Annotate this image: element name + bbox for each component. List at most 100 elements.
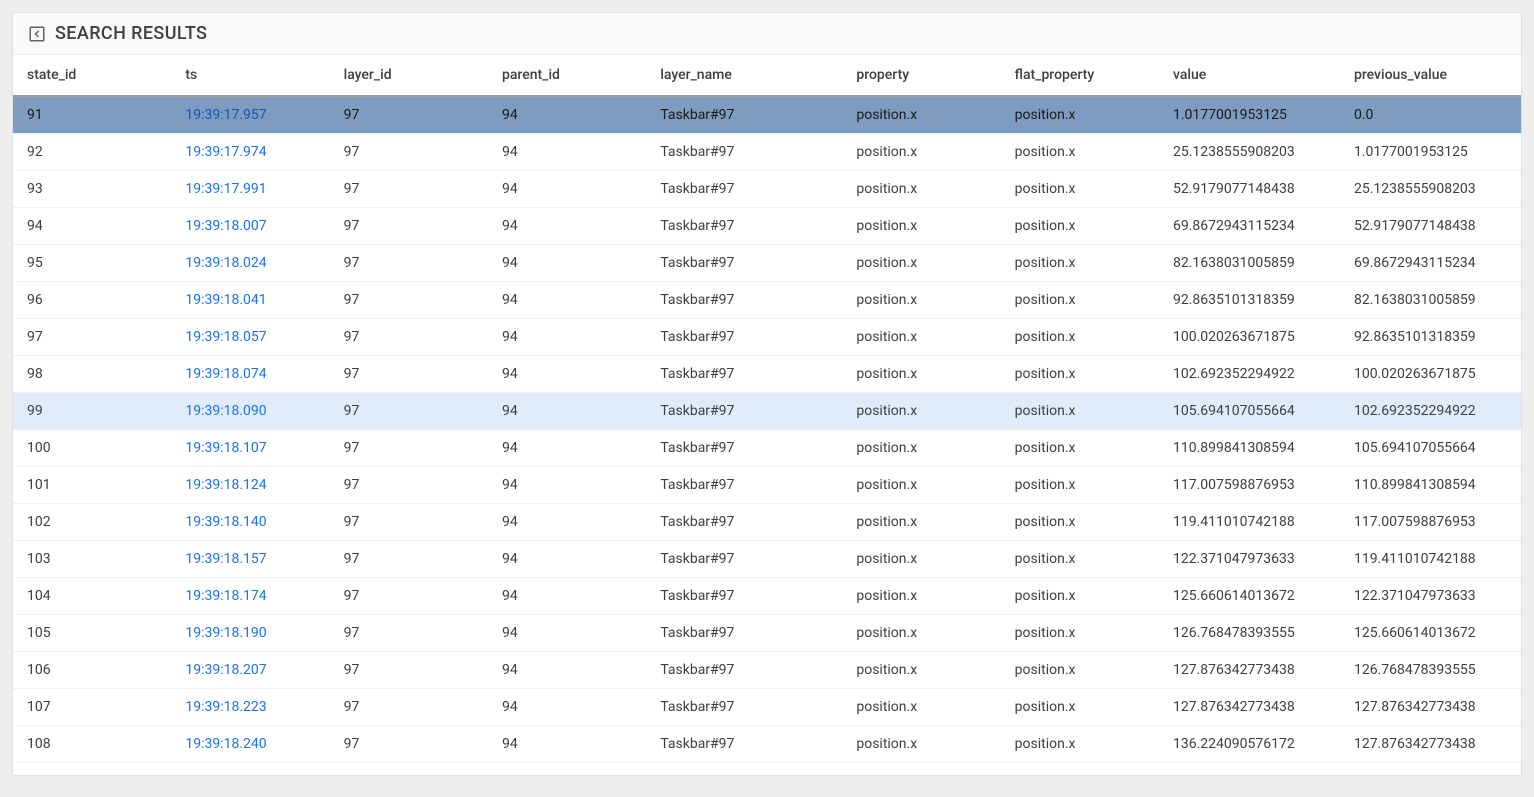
column-header-state_id[interactable]: state_id (13, 55, 171, 96)
cell-ts[interactable]: 19:39:18.157 (171, 541, 329, 578)
cell-previous_value: 69.8672943115234 (1340, 245, 1521, 282)
column-header-property[interactable]: property (842, 55, 1000, 96)
timestamp-link[interactable]: 19:39:18.074 (185, 366, 266, 382)
cell-parent_id: 94 (488, 245, 646, 282)
column-header-flat_property[interactable]: flat_property (1001, 55, 1159, 96)
cell-ts[interactable]: 19:39:18.024 (171, 245, 329, 282)
timestamp-link[interactable]: 19:39:18.024 (185, 255, 266, 271)
panel-collapse-icon[interactable] (27, 24, 47, 44)
cell-property: position.x (842, 689, 1000, 726)
cell-layer_name: Taskbar#97 (646, 467, 842, 504)
timestamp-link[interactable]: 19:39:18.124 (185, 477, 266, 493)
table-row[interactable]: 9919:39:18.0909794Taskbar#97position.xpo… (13, 393, 1521, 430)
table-row[interactable]: 10719:39:18.2239794Taskbar#97position.xp… (13, 689, 1521, 726)
cell-property: position.x (842, 467, 1000, 504)
timestamp-link[interactable]: 19:39:18.041 (185, 292, 266, 308)
cell-previous_value: 0.0 (1340, 96, 1521, 134)
timestamp-link[interactable]: 19:39:18.090 (185, 403, 266, 419)
timestamp-link[interactable]: 19:39:18.007 (185, 218, 266, 234)
cell-ts[interactable]: 19:39:17.974 (171, 134, 329, 171)
table-row[interactable]: 9719:39:18.0579794Taskbar#97position.xpo… (13, 319, 1521, 356)
timestamp-link[interactable]: 19:39:18.190 (185, 625, 266, 641)
cell-previous_value: 100.020263671875 (1340, 356, 1521, 393)
cell-ts[interactable]: 19:39:17.991 (171, 171, 329, 208)
cell-ts[interactable]: 19:39:18.057 (171, 319, 329, 356)
cell-ts[interactable]: 19:39:18.223 (171, 689, 329, 726)
timestamp-link[interactable]: 19:39:18.174 (185, 588, 266, 604)
cell-parent_id: 94 (488, 171, 646, 208)
cell-layer_name: Taskbar#97 (646, 134, 842, 171)
cell-ts[interactable]: 19:39:18.074 (171, 356, 329, 393)
cell-layer_name: Taskbar#97 (646, 578, 842, 615)
table-row[interactable]: 9219:39:17.9749794Taskbar#97position.xpo… (13, 134, 1521, 171)
cell-property: position.x (842, 134, 1000, 171)
cell-ts[interactable]: 19:39:18.007 (171, 208, 329, 245)
cell-flat_property: position.x (1001, 467, 1159, 504)
cell-ts[interactable]: 19:39:18.140 (171, 504, 329, 541)
table-row[interactable]: 10519:39:18.1909794Taskbar#97position.xp… (13, 615, 1521, 652)
cell-state_id: 98 (13, 356, 171, 393)
cell-state_id: 93 (13, 171, 171, 208)
column-header-layer_id[interactable]: layer_id (330, 55, 488, 96)
cell-layer_name: Taskbar#97 (646, 504, 842, 541)
timestamp-link[interactable]: 19:39:17.974 (185, 144, 266, 160)
cell-flat_property: position.x (1001, 282, 1159, 319)
cell-ts[interactable]: 19:39:18.090 (171, 393, 329, 430)
timestamp-link[interactable]: 19:39:18.140 (185, 514, 266, 530)
cell-flat_property: position.x (1001, 578, 1159, 615)
cell-ts[interactable]: 19:39:18.174 (171, 578, 329, 615)
cell-property: position.x (842, 726, 1000, 763)
table-row[interactable]: 9119:39:17.9579794Taskbar#97position.xpo… (13, 96, 1521, 134)
cell-property: position.x (842, 171, 1000, 208)
timestamp-link[interactable]: 19:39:17.957 (185, 107, 266, 123)
column-header-ts[interactable]: ts (171, 55, 329, 96)
table-row[interactable]: 10419:39:18.1749794Taskbar#97position.xp… (13, 578, 1521, 615)
cell-flat_property: position.x (1001, 504, 1159, 541)
table-row[interactable]: 9819:39:18.0749794Taskbar#97position.xpo… (13, 356, 1521, 393)
timestamp-link[interactable]: 19:39:18.207 (185, 662, 266, 678)
column-header-parent_id[interactable]: parent_id (488, 55, 646, 96)
column-header-value[interactable]: value (1159, 55, 1340, 96)
cell-previous_value: 1.0177001953125 (1340, 134, 1521, 171)
cell-ts[interactable]: 19:39:18.207 (171, 652, 329, 689)
cell-flat_property: position.x (1001, 171, 1159, 208)
table-row[interactable]: 10319:39:18.1579794Taskbar#97position.xp… (13, 541, 1521, 578)
timestamp-link[interactable]: 19:39:18.240 (185, 736, 266, 752)
cell-value: 119.411010742188 (1159, 504, 1340, 541)
table-row[interactable]: 10619:39:18.2079794Taskbar#97position.xp… (13, 652, 1521, 689)
cell-ts[interactable]: 19:39:18.240 (171, 726, 329, 763)
cell-ts[interactable]: 19:39:18.124 (171, 467, 329, 504)
table-row[interactable]: 10219:39:18.1409794Taskbar#97position.xp… (13, 504, 1521, 541)
table-row[interactable]: 9319:39:17.9919794Taskbar#97position.xpo… (13, 171, 1521, 208)
cell-layer_id: 97 (330, 652, 488, 689)
panel-header: SEARCH RESULTS (13, 13, 1521, 55)
column-header-layer_name[interactable]: layer_name (646, 55, 842, 96)
table-row[interactable]: 9619:39:18.0419794Taskbar#97position.xpo… (13, 282, 1521, 319)
timestamp-link[interactable]: 19:39:18.157 (185, 551, 266, 567)
timestamp-link[interactable]: 19:39:18.057 (185, 329, 266, 345)
cell-ts[interactable]: 19:39:18.190 (171, 615, 329, 652)
table-row[interactable]: 10819:39:18.2409794Taskbar#97position.xp… (13, 726, 1521, 763)
cell-state_id: 96 (13, 282, 171, 319)
cell-layer_id: 97 (330, 615, 488, 652)
cell-parent_id: 94 (488, 430, 646, 467)
cell-state_id: 106 (13, 652, 171, 689)
cell-value: 100.020263671875 (1159, 319, 1340, 356)
cell-layer_name: Taskbar#97 (646, 615, 842, 652)
timestamp-link[interactable]: 19:39:17.991 (185, 181, 266, 197)
cell-parent_id: 94 (488, 319, 646, 356)
table-row[interactable]: 10019:39:18.1079794Taskbar#97position.xp… (13, 430, 1521, 467)
cell-parent_id: 94 (488, 208, 646, 245)
cell-ts[interactable]: 19:39:18.041 (171, 282, 329, 319)
table-row[interactable]: 10119:39:18.1249794Taskbar#97position.xp… (13, 467, 1521, 504)
cell-parent_id: 94 (488, 467, 646, 504)
table-row[interactable]: 9519:39:18.0249794Taskbar#97position.xpo… (13, 245, 1521, 282)
timestamp-link[interactable]: 19:39:18.107 (185, 440, 266, 456)
table-scroll-container[interactable]: state_idtslayer_idparent_idlayer_namepro… (13, 55, 1521, 775)
timestamp-link[interactable]: 19:39:18.223 (185, 699, 266, 715)
cell-ts[interactable]: 19:39:17.957 (171, 96, 329, 134)
table-row[interactable]: 9419:39:18.0079794Taskbar#97position.xpo… (13, 208, 1521, 245)
cell-previous_value: 92.8635101318359 (1340, 319, 1521, 356)
column-header-previous_value[interactable]: previous_value (1340, 55, 1521, 96)
cell-ts[interactable]: 19:39:18.107 (171, 430, 329, 467)
